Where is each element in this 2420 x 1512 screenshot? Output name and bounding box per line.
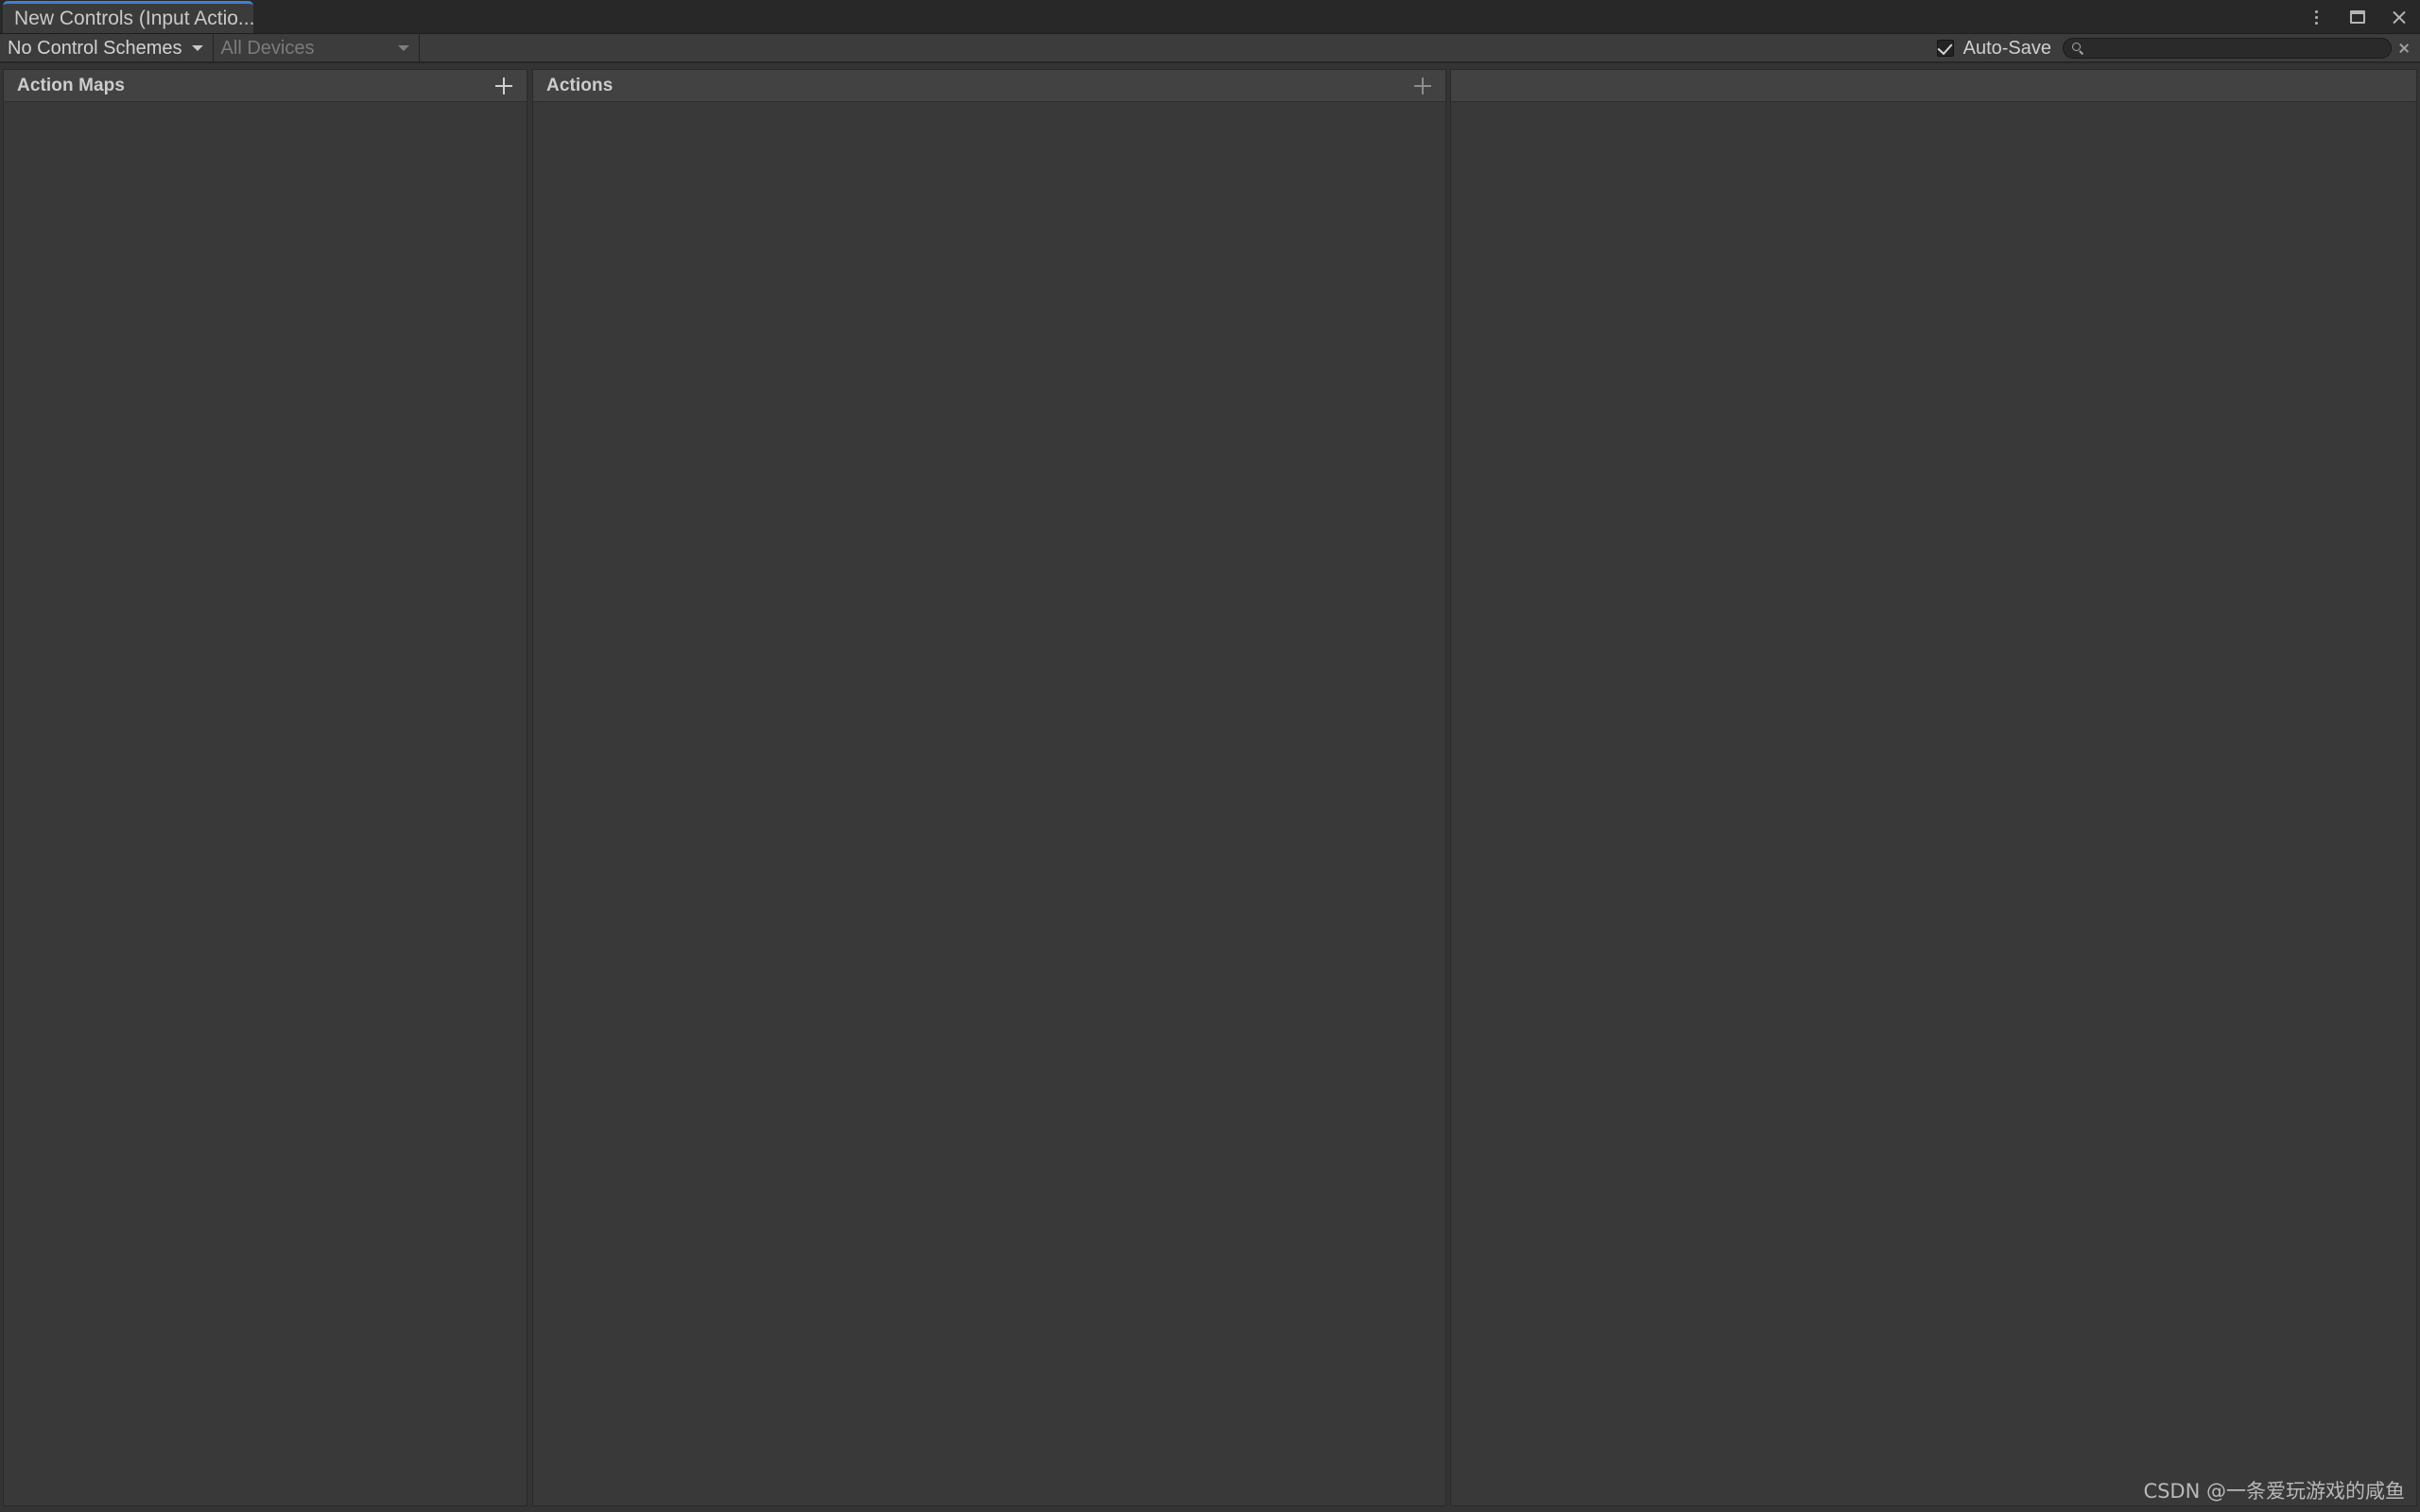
auto-save-label: Auto-Save [1962, 37, 2051, 59]
properties-header [1451, 70, 2416, 102]
control-schemes-dropdown[interactable]: No Control Schemes [0, 33, 214, 62]
editor-toolbar: No Control Schemes All Devices Auto-Save [0, 33, 2420, 62]
action-maps-panel: Action Maps [3, 69, 527, 1506]
search-icon [2072, 42, 2081, 51]
window-maximize-button[interactable] [2337, 0, 2378, 34]
close-icon [2398, 43, 2410, 54]
properties-panel [1450, 69, 2417, 1506]
auto-save-toggle[interactable]: Auto-Save [1931, 34, 2063, 62]
search-field[interactable] [2063, 37, 2392, 59]
tab-new-controls[interactable]: New Controls (Input Actio... [3, 1, 253, 33]
editor-workspace: Action Maps Actions [0, 63, 2420, 1512]
chevron-down-icon [397, 44, 409, 51]
window-controls [2295, 0, 2420, 34]
actions-panel: Actions [532, 69, 1446, 1506]
input-actions-editor-window: New Controls (Input Actio... No Control … [0, 0, 2420, 1512]
check-icon [1937, 39, 1953, 55]
action-maps-list[interactable] [4, 102, 527, 1505]
search-area [2063, 34, 2420, 62]
auto-save-checkbox[interactable] [1936, 39, 1954, 57]
action-maps-body[interactable] [4, 102, 527, 1505]
tab-label: New Controls (Input Actio... [14, 8, 253, 29]
properties-content[interactable] [1451, 102, 2416, 1505]
action-maps-header: Action Maps [4, 70, 527, 102]
maximize-icon [2350, 10, 2365, 24]
action-maps-title: Action Maps [17, 76, 126, 95]
actions-body[interactable] [533, 102, 1445, 1505]
control-schemes-label: No Control Schemes [8, 37, 182, 59]
kebab-menu-icon [2314, 9, 2318, 25]
devices-dropdown[interactable]: All Devices [214, 33, 420, 62]
window-titlebar: New Controls (Input Actio... [0, 0, 2420, 34]
window-close-button[interactable] [2378, 0, 2420, 34]
actions-list[interactable] [533, 102, 1445, 1505]
actions-header: Actions [533, 70, 1445, 102]
search-clear-button[interactable] [2392, 34, 2416, 62]
properties-body[interactable] [1451, 102, 2416, 1505]
actions-title: Actions [546, 76, 614, 95]
close-icon [2392, 9, 2408, 26]
search-input[interactable] [2088, 38, 2391, 58]
window-menu-button[interactable] [2295, 0, 2337, 34]
devices-label: All Devices [220, 37, 315, 59]
chevron-down-icon [191, 44, 203, 51]
add-action-button[interactable] [1409, 73, 1436, 99]
add-action-map-button[interactable] [491, 73, 517, 99]
